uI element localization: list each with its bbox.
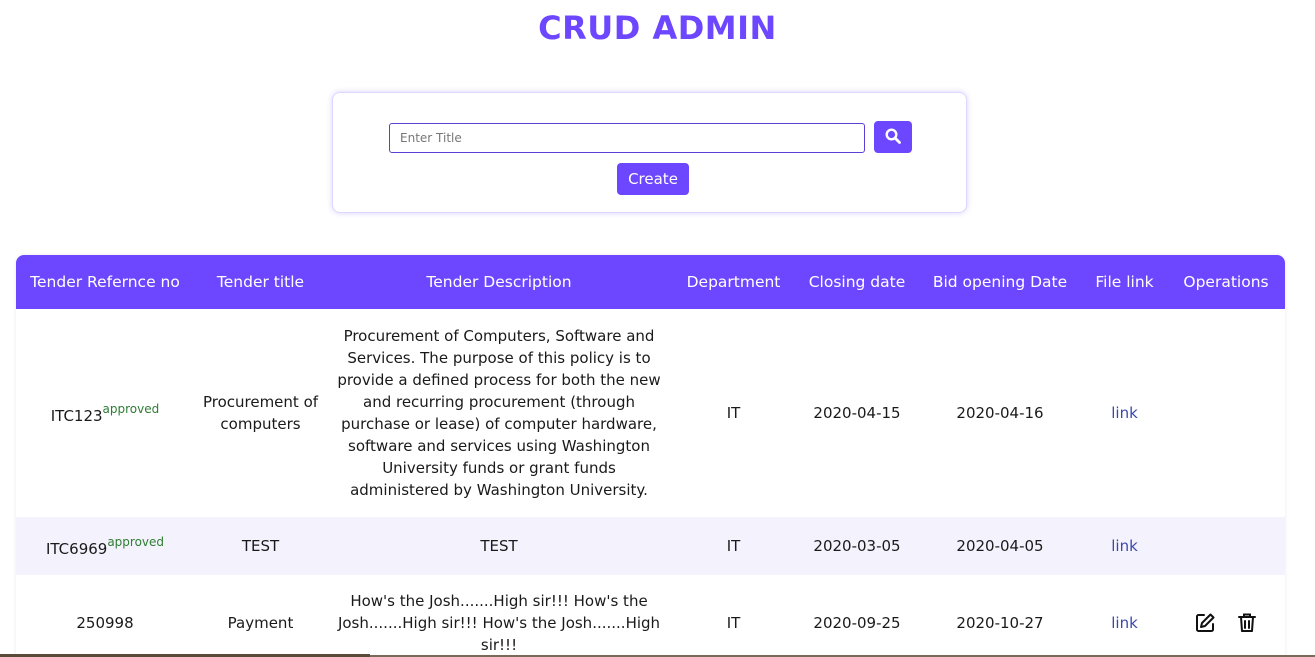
tender-table: Tender Refernce no Tender title Tender D…	[16, 255, 1285, 657]
search-button[interactable]	[874, 121, 912, 153]
column-header-closing-date: Closing date	[808, 273, 906, 291]
edit-icon[interactable]	[1193, 611, 1217, 635]
create-button[interactable]: Create	[617, 163, 689, 195]
cell-closing-date: 2020-09-25	[813, 614, 901, 632]
column-header-department: Department	[686, 273, 781, 291]
table-header-row: Tender Refernce no Tender title Tender D…	[16, 255, 1285, 309]
cell-title: Payment	[227, 614, 294, 632]
ref-number: 250998	[76, 614, 134, 632]
column-header-file-link: File link	[1095, 273, 1154, 291]
cell-closing-date: 2020-04-15	[813, 404, 901, 422]
cell-file-link: link	[1082, 517, 1167, 575]
column-header-title: Tender title	[216, 273, 305, 291]
file-link[interactable]: link	[1111, 404, 1138, 422]
table-row: ITC6969approved TEST TEST IT 2020-03-05 …	[16, 517, 1285, 575]
cell-file-link: link	[1082, 309, 1167, 517]
page-title: CRUD ADMIN	[538, 9, 777, 47]
cell-ref: ITC123approved	[16, 309, 194, 517]
column-header-ref: Tender Refernce no	[30, 273, 180, 291]
cell-ref: 250998	[16, 575, 194, 657]
ref-number: ITC6969	[45, 539, 108, 558]
search-input[interactable]	[389, 123, 865, 153]
search-card: Create	[332, 92, 967, 213]
cell-ref: ITC6969approved	[16, 517, 194, 575]
trash-icon[interactable]	[1235, 611, 1259, 635]
file-link[interactable]: link	[1111, 537, 1138, 555]
status-badge: approved	[107, 534, 165, 549]
ref-number: ITC123	[50, 406, 103, 425]
cell-department: IT	[726, 614, 741, 632]
column-header-bid-opening-date: Bid opening Date	[932, 273, 1068, 291]
page: CRUD ADMIN Create	[0, 0, 1315, 657]
cell-operations	[1167, 575, 1285, 657]
operations-group	[1173, 611, 1279, 635]
cell-bid-opening-date: 2020-10-27	[956, 614, 1044, 632]
cell-operations	[1167, 309, 1285, 517]
cell-bid-opening-date: 2020-04-05	[956, 537, 1044, 555]
cell-operations	[1167, 517, 1285, 575]
cell-title: Procurement of computers	[202, 393, 319, 433]
cell-description: TEST	[480, 537, 518, 555]
cell-file-link: link	[1082, 575, 1167, 657]
cell-description: Procurement of Computers, Software and S…	[337, 327, 661, 499]
cell-closing-date: 2020-03-05	[813, 537, 901, 555]
table-row: ITC123approved Procurement of computers …	[16, 309, 1285, 517]
table-row: 250998 Payment How's the Josh.......High…	[16, 575, 1285, 657]
cell-department: IT	[726, 537, 741, 555]
search-icon	[885, 127, 901, 147]
file-link[interactable]: link	[1111, 614, 1138, 632]
cell-bid-opening-date: 2020-04-16	[956, 404, 1044, 422]
cell-department: IT	[726, 404, 741, 422]
column-header-description: Tender Description	[426, 273, 572, 291]
cell-title: TEST	[241, 537, 280, 555]
column-header-operations: Operations	[1183, 273, 1269, 291]
cell-description: How's the Josh.......High sir!!! How's t…	[337, 592, 661, 654]
status-badge: approved	[102, 401, 160, 416]
